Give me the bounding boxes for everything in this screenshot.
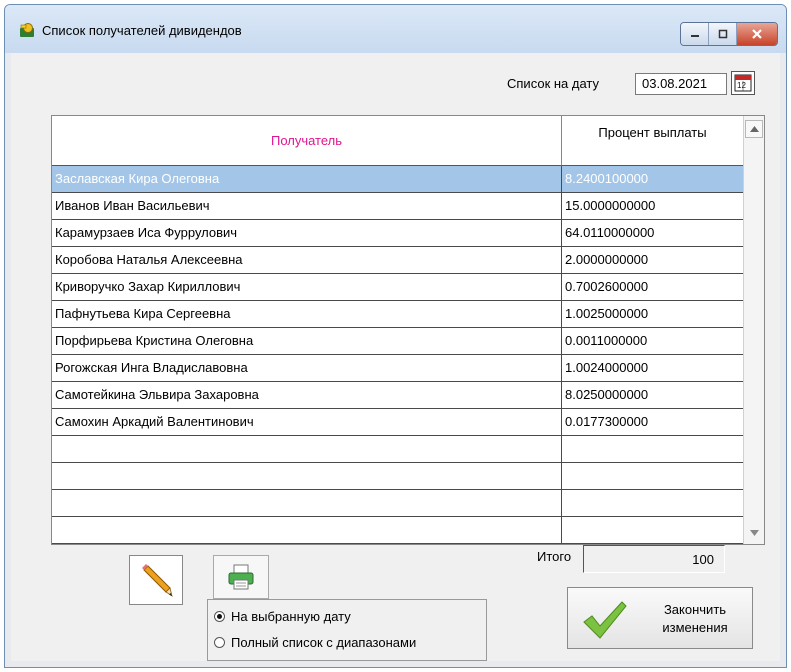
close-icon[interactable] [737, 23, 777, 45]
recipient-name-cell[interactable]: Самохин Аркадий Валентинович [52, 409, 562, 435]
radio-label: На выбранную дату [231, 609, 351, 624]
recipient-name-cell[interactable]: Пафнутьева Кира Сергеевна [52, 301, 562, 327]
payout-percent-cell[interactable]: 0.0177300000 [562, 409, 744, 435]
table-row[interactable] [52, 463, 744, 490]
maximize-icon[interactable] [709, 23, 737, 45]
table-row[interactable]: Самохин Аркадий Валентинович 0.0177300000 [52, 409, 744, 436]
column-header-percent[interactable]: Процент выплаты [562, 116, 744, 166]
calendar-icon[interactable]: 12 [731, 71, 755, 95]
recipient-name-cell[interactable] [52, 517, 562, 543]
recipient-name-cell[interactable] [52, 463, 562, 489]
date-input[interactable]: 03.08.2021 [635, 73, 727, 95]
app-icon [20, 23, 34, 37]
recipient-name-cell[interactable]: Иванов Иван Васильевич [52, 193, 562, 219]
table-row[interactable]: Пафнутьева Кира Сергеевна 1.0025000000 [52, 301, 744, 328]
table-row[interactable]: Коробова Наталья Алексеевна 2.0000000000 [52, 247, 744, 274]
table-row[interactable]: Порфирьева Кристина Олеговна 0.0011000000 [52, 328, 744, 355]
table-row[interactable]: Карамурзаев Иса Фуррулович 64.0110000000 [52, 220, 744, 247]
scroll-up-icon[interactable] [745, 120, 763, 138]
table-header: Получатель Процент выплаты [52, 116, 744, 166]
minimize-icon[interactable] [681, 23, 709, 45]
payout-percent-cell[interactable]: 0.0011000000 [562, 328, 744, 354]
table-row[interactable]: Самотейкина Эльвира Захаровна 8.025000000… [52, 382, 744, 409]
vertical-scrollbar[interactable] [743, 116, 764, 544]
radio-full-list[interactable]: Полный список с диапазонами [214, 635, 416, 650]
finish-label-line1: Закончить [663, 602, 727, 617]
total-label: Итого [537, 549, 572, 564]
date-label: Список на дату [507, 76, 600, 91]
finish-button-label: Закончить изменения [640, 601, 750, 637]
recipient-name-cell[interactable] [52, 436, 562, 462]
table-row[interactable] [52, 517, 744, 544]
radio-selected-date[interactable]: На выбранную дату [214, 609, 351, 624]
date-mode-options: На выбранную дату Полный список с диапаз… [207, 599, 487, 661]
recipient-name-cell[interactable]: Карамурзаев Иса Фуррулович [52, 220, 562, 246]
dividend-recipients-window: Список получателей дивидендов Список на … [4, 4, 787, 668]
payout-percent-cell[interactable]: 64.0110000000 [562, 220, 744, 246]
payout-percent-cell[interactable]: 1.0025000000 [562, 301, 744, 327]
checkmark-icon [583, 601, 627, 639]
table-row[interactable]: Рогожская Инга Владиславовна 1.0024000000 [52, 355, 744, 382]
payout-percent-cell[interactable]: 8.0250000000 [562, 382, 744, 408]
payout-percent-cell[interactable]: 15.0000000000 [562, 193, 744, 219]
table-row[interactable] [52, 490, 744, 517]
recipient-name-cell[interactable]: Порфирьева Кристина Олеговна [52, 328, 562, 354]
window-title: Список получателей дивидендов [42, 23, 242, 38]
radio-dot-icon [214, 637, 225, 648]
recipient-name-cell[interactable]: Заславская Кира Олеговна [52, 166, 562, 192]
pencil-icon [142, 564, 173, 597]
table-row[interactable] [52, 436, 744, 463]
payout-percent-cell[interactable] [562, 517, 744, 543]
payout-percent-cell[interactable]: 2.0000000000 [562, 247, 744, 273]
client-area: Список на дату 03.08.2021 12 Получатель … [11, 53, 780, 661]
recipient-name-cell[interactable]: Коробова Наталья Алексеевна [52, 247, 562, 273]
payout-percent-cell[interactable] [562, 436, 744, 462]
table-row[interactable]: Иванов Иван Васильевич 15.0000000000 [52, 193, 744, 220]
recipients-table[interactable]: Получатель Процент выплаты Заславская Ки… [51, 115, 765, 545]
window-controls [680, 22, 778, 46]
print-button[interactable] [213, 555, 269, 599]
scroll-down-icon[interactable] [745, 524, 763, 542]
payout-percent-cell[interactable] [562, 490, 744, 516]
table-body: Заславская Кира Олеговна 8.2400100000 Иван… [52, 166, 744, 544]
finish-label-line2: изменения [662, 620, 728, 635]
payout-percent-cell[interactable]: 8.2400100000 [562, 166, 744, 192]
radio-label: Полный список с диапазонами [231, 635, 417, 650]
edit-button[interactable] [129, 555, 183, 605]
recipient-name-cell[interactable]: Рогожская Инга Владиславовна [52, 355, 562, 381]
payout-percent-cell[interactable]: 0.7002600000 [562, 274, 744, 300]
radio-dot-icon [214, 611, 225, 622]
table-row[interactable]: Заславская Кира Олеговна 8.2400100000 [52, 166, 744, 193]
payout-percent-cell[interactable] [562, 463, 744, 489]
recipient-name-cell[interactable]: Криворучко Захар Кириллович [52, 274, 562, 300]
finish-editing-button[interactable]: Закончить изменения [567, 587, 753, 649]
table-row[interactable]: Криворучко Захар Кириллович 0.7002600000 [52, 274, 744, 301]
title-bar[interactable]: Список получателей дивидендов [5, 5, 786, 53]
recipient-name-cell[interactable] [52, 490, 562, 516]
column-header-recipient[interactable]: Получатель [52, 116, 562, 166]
payout-percent-cell[interactable]: 1.0024000000 [562, 355, 744, 381]
printer-icon [228, 564, 254, 590]
svg-text:12: 12 [737, 81, 746, 90]
total-value: 100 [583, 545, 725, 573]
recipient-name-cell[interactable]: Самотейкина Эльвира Захаровна [52, 382, 562, 408]
